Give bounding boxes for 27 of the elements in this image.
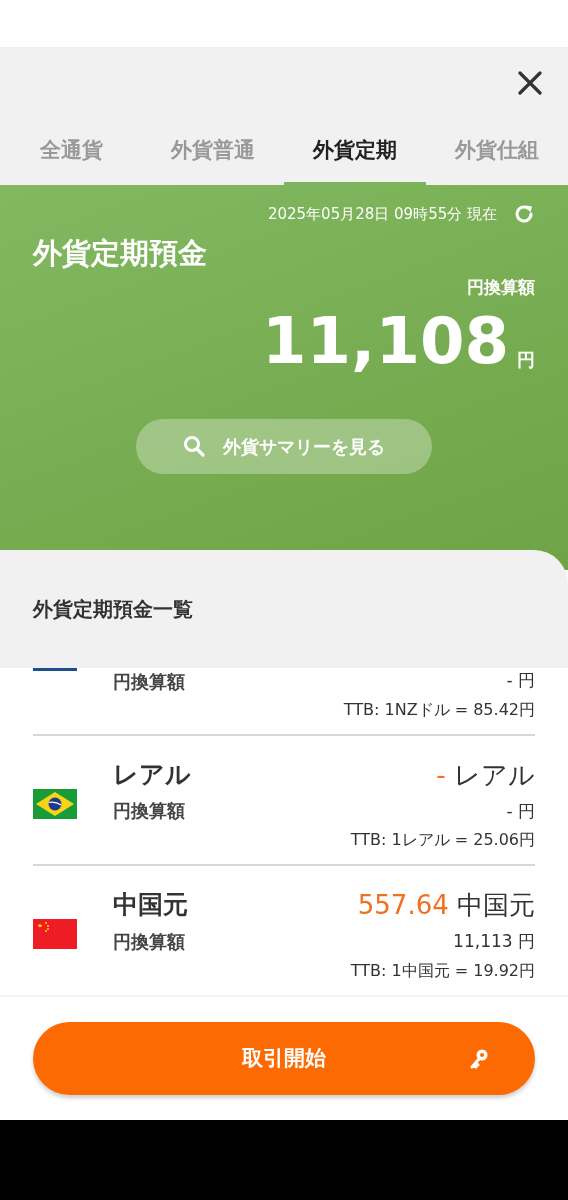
- conversion-label: 円換算額: [113, 670, 185, 694]
- search-icon: [183, 435, 205, 457]
- total-label: 円換算額: [467, 277, 535, 297]
- summary-button[interactable]: 外貨サマリーを見る: [136, 418, 432, 474]
- yen-value: - 円: [505, 799, 535, 823]
- timestamp: 2025年05月28日 09時55分 現在: [267, 204, 497, 225]
- start-trading-button[interactable]: 取引開始: [33, 1022, 535, 1095]
- deposit-amount: 557.64 中国元: [356, 889, 535, 922]
- tab[interactable]: 外貨仕組: [426, 119, 568, 185]
- exchange-rate: TTB: 1レアル = 25.06円: [349, 829, 535, 851]
- yen-value: - 円: [505, 669, 535, 692]
- deposit-amount: - レアル: [435, 758, 535, 792]
- yen-value: 11,113 円: [452, 930, 535, 953]
- section-title: 外貨定期預金: [33, 234, 208, 272]
- close-icon[interactable]: [518, 71, 542, 95]
- total-unit: 円: [517, 347, 535, 372]
- exchange-rate: TTB: 1NZドル = 85.42円: [342, 698, 535, 721]
- conversion-label: 円換算額: [113, 799, 186, 823]
- key-icon: [469, 1048, 489, 1070]
- tab[interactable]: 外貨普通: [142, 119, 284, 185]
- tab[interactable]: 全通貨: [0, 119, 142, 185]
- conversion-label: 円換算額: [113, 929, 186, 954]
- currency-name: 中国元: [113, 889, 188, 921]
- total-value: 11,108: [262, 308, 509, 373]
- currency-name: レアル: [113, 758, 191, 791]
- exchange-rate: TTB: 1中国元 = 19.92円: [349, 959, 535, 982]
- list-title: 外貨定期預金一覧: [33, 596, 193, 623]
